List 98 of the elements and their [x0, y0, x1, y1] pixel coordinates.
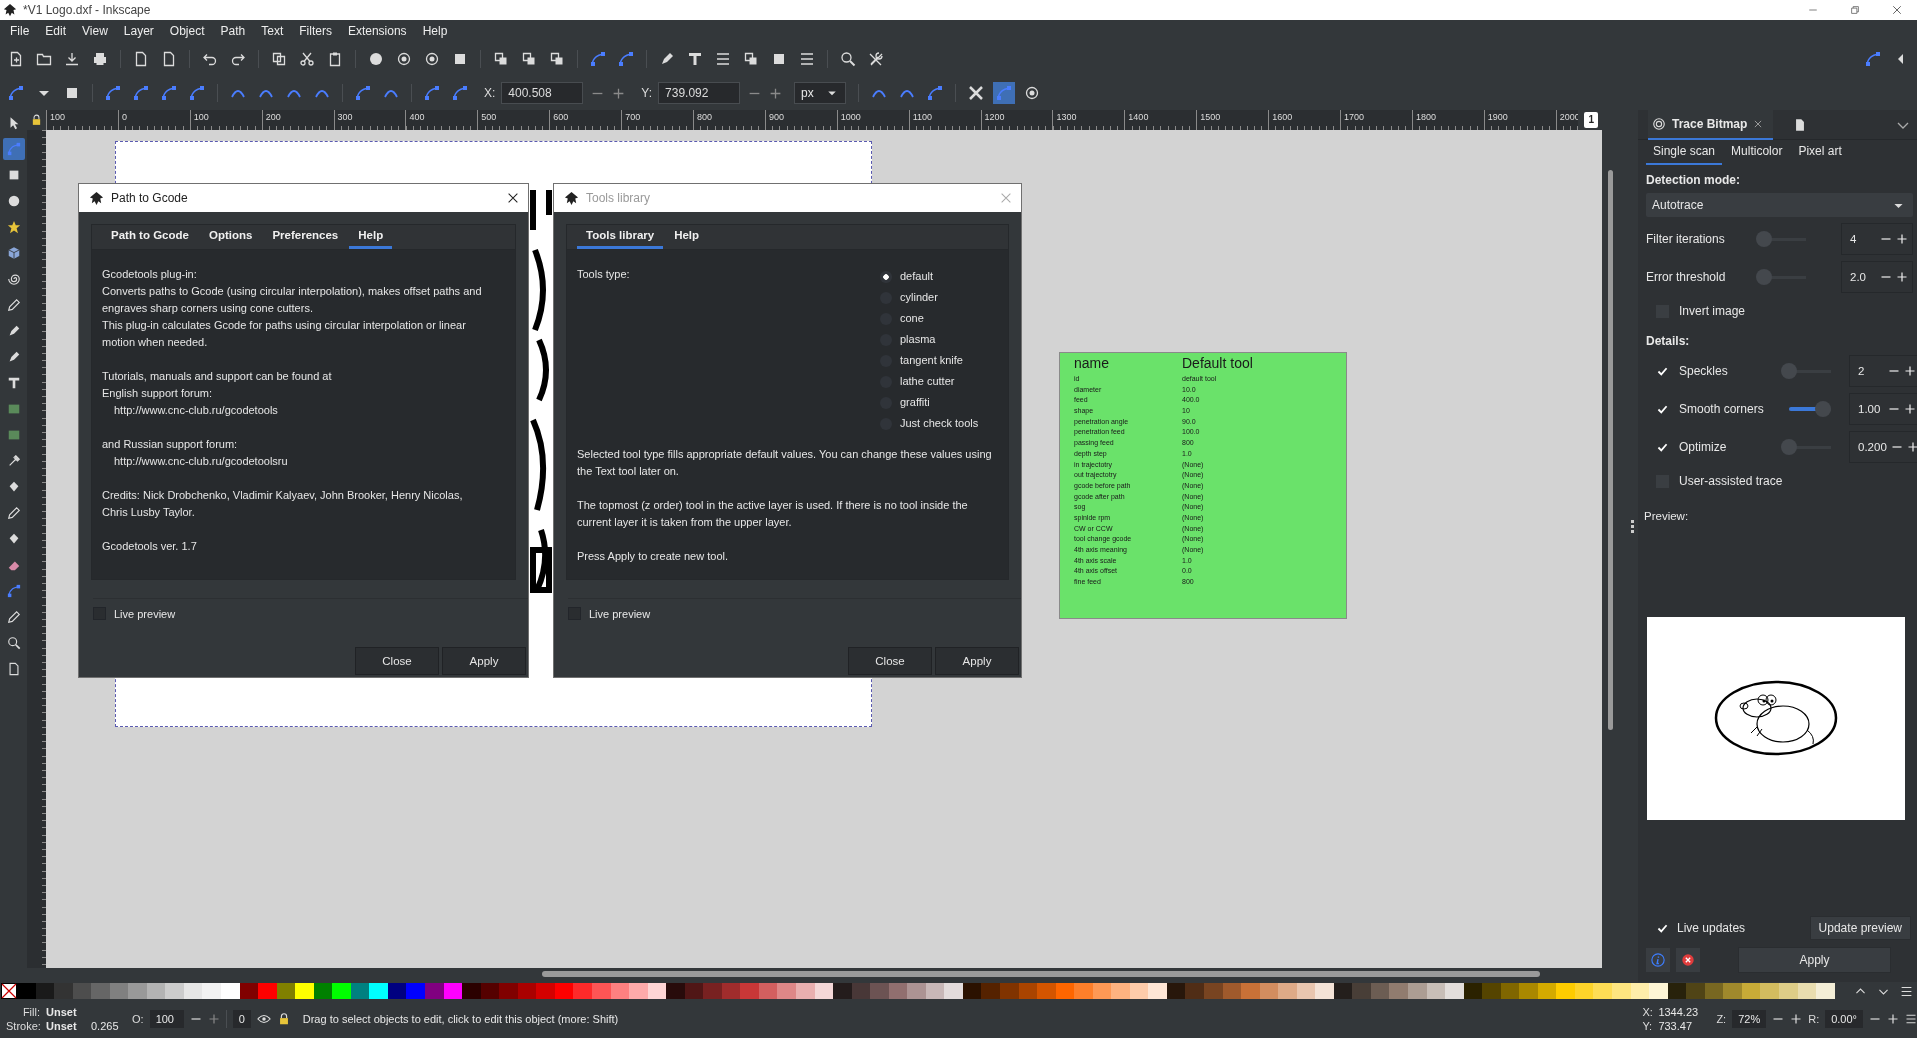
option-label: Just check tools — [900, 416, 979, 431]
menu-item[interactable]: Text — [253, 24, 292, 38]
window-title: *V1 Logo.dxf - Inkscape — [23, 3, 151, 17]
zoom-field[interactable]: 72% — [1732, 1010, 1767, 1028]
help-text: and Russian support forum: — [102, 437, 239, 452]
tab[interactable]: Tools library — [577, 225, 664, 249]
menu-item[interactable]: Help — [414, 24, 456, 38]
stroke-width: 0.265 — [90, 1020, 120, 1032]
option-label: default — [900, 269, 934, 284]
option-label: Error threshold — [1646, 270, 1727, 284]
tab[interactable]: Single scan — [1646, 140, 1723, 165]
help-text: Converts paths to Gcode (using circular interpolation), makes offset paths and engraves sharp corners using cone cutters. — [102, 284, 483, 316]
cursor-y-label: Y: — [1642, 1020, 1654, 1032]
checkbox-label: Live updates — [1677, 921, 1746, 935]
table-header: name — [1074, 355, 1111, 372]
unit-value: px — [801, 86, 814, 100]
menu-item[interactable]: Object — [161, 24, 213, 38]
coordinate-field[interactable]: 739.092 — [658, 82, 741, 104]
tab[interactable]: Preferences — [263, 225, 348, 249]
option-label: lathe cutter — [900, 374, 955, 389]
dropdown-value: Autotrace — [1652, 198, 1704, 212]
unit-dropdown[interactable]: px — [794, 82, 847, 104]
option-label: cone — [900, 311, 924, 326]
cursor-x-value: 1344.23 — [1658, 1006, 1700, 1018]
opacity-label: O: — [132, 1013, 144, 1025]
option-label: plasma — [900, 332, 936, 347]
tab[interactable]: Pixel art — [1791, 140, 1849, 165]
dialog-button[interactable]: Close — [848, 647, 932, 675]
option-label: tangent knife — [900, 353, 963, 368]
section-label: Details: — [1646, 333, 1691, 350]
help-text: This plug-in calculates Gcode for paths using circular interpolation or linear motion when needed. — [102, 318, 467, 350]
number-field[interactable]: 2 — [1858, 365, 1884, 377]
stroke-label: Stroke: — [6, 1020, 42, 1032]
coordinate-label: X: — [484, 86, 496, 100]
page-number-badge[interactable]: 1 — [1584, 112, 1598, 128]
option-label: Smooth corners — [1679, 402, 1765, 416]
number-field[interactable]: 2.0 — [1850, 271, 1876, 283]
fill-value: Unset — [46, 1006, 78, 1018]
section-label: Detection mode: — [1646, 172, 1741, 189]
update-preview-button[interactable]: Update preview — [1809, 916, 1911, 940]
dock-tab[interactable]: Trace Bitmap — [1648, 109, 1774, 140]
apply-button[interactable]: Apply — [1738, 947, 1891, 973]
cursor-x-label: X: — [1642, 1006, 1654, 1018]
option-label: cylinder — [900, 290, 938, 305]
tab[interactable]: Help — [349, 225, 393, 249]
help-text: http://www.cnc-club.ru/gcodetools — [113, 403, 279, 418]
tab[interactable]: Options — [199, 225, 262, 249]
field-label: Tools type: — [577, 267, 630, 282]
help-text: English support forum: — [102, 386, 214, 401]
opacity-field[interactable]: 100 — [149, 1010, 184, 1028]
help-text: Selected tool type fills appropriate default values. You can change these values using the Text tool later on. — [577, 447, 993, 479]
tab[interactable]: Help — [665, 225, 709, 249]
menu-item[interactable]: Edit — [37, 24, 75, 38]
menu-item[interactable]: View — [74, 24, 116, 38]
checkbox-label: User-assisted trace — [1679, 474, 1783, 488]
menu-item[interactable]: Layer — [115, 24, 162, 38]
table-header: Default tool — [1182, 355, 1253, 372]
tab[interactable]: Path to Gcode — [102, 225, 198, 249]
help-text: Tutorials, manuals and support can be found at — [102, 369, 333, 384]
cursor-y-value: 733.47 — [1658, 1020, 1694, 1032]
rotation-field[interactable]: 0.00° — [1825, 1010, 1863, 1028]
dialog-button[interactable]: Close — [355, 647, 439, 675]
number-field[interactable]: 1.00 — [1858, 403, 1884, 415]
option-label: Optimize — [1679, 440, 1728, 454]
fill-label: Fill: — [21, 1006, 41, 1018]
checkbox-label: Live preview — [589, 607, 651, 620]
number-field[interactable]: 0.200 — [1858, 441, 1887, 453]
stroke-value: Unset — [46, 1020, 78, 1032]
option-label: graffiti — [900, 395, 930, 410]
dialog-button[interactable]: Apply — [442, 647, 526, 675]
help-text: Press Apply to create new tool. — [577, 549, 730, 564]
option-label: Speckles — [1679, 364, 1729, 378]
status-message: Drag to select objects to edit, click to edit this object (more: Shift) — [301, 1013, 620, 1025]
number-field[interactable]: 4 — [1850, 233, 1876, 245]
rotation-label: R: — [1808, 1013, 1820, 1025]
menu-item[interactable]: Filters — [291, 24, 340, 38]
dialog-title: Path to Gcode — [111, 191, 189, 205]
help-text: Credits: Nick Drobchenko, Vladimir Kalyaev, John Brooker, Henry Nicolas, Chris Lusby Taylor. — [102, 488, 464, 520]
mode-dropdown[interactable]: Autotrace — [1646, 193, 1913, 217]
option-label: Filter iterations — [1646, 232, 1726, 246]
tab[interactable]: Multicolor — [1724, 140, 1790, 165]
dialog-button[interactable]: Apply — [935, 647, 1019, 675]
dialog-title: Tools library — [586, 191, 652, 205]
coordinate-label: Y: — [641, 86, 653, 100]
help-text: http://www.cnc-club.ru/gcodetoolsru — [113, 454, 289, 469]
menu-item[interactable]: File — [2, 24, 38, 38]
menu-item[interactable]: Path — [212, 24, 254, 38]
checkbox-label: Invert image — [1679, 304, 1746, 318]
layer-field[interactable]: 0 — [232, 1010, 251, 1028]
coordinate-field[interactable]: 400.508 — [501, 82, 584, 104]
help-text: The topmost (z order) tool in the active layer is used. If there is no tool inside the current layer it is taken from the upper layer. — [577, 498, 969, 530]
preview-label: Preview: — [1643, 509, 1690, 522]
help-text: Gcodetools ver. 1.7 — [102, 539, 198, 554]
zoom-label: Z: — [1716, 1013, 1727, 1025]
help-text: Gcodetools plug-in: — [102, 267, 198, 282]
dock-tab-label: Trace Bitmap — [1672, 116, 1748, 131]
checkbox-label: Live preview — [114, 607, 176, 620]
menu-item[interactable]: Extensions — [339, 24, 415, 38]
